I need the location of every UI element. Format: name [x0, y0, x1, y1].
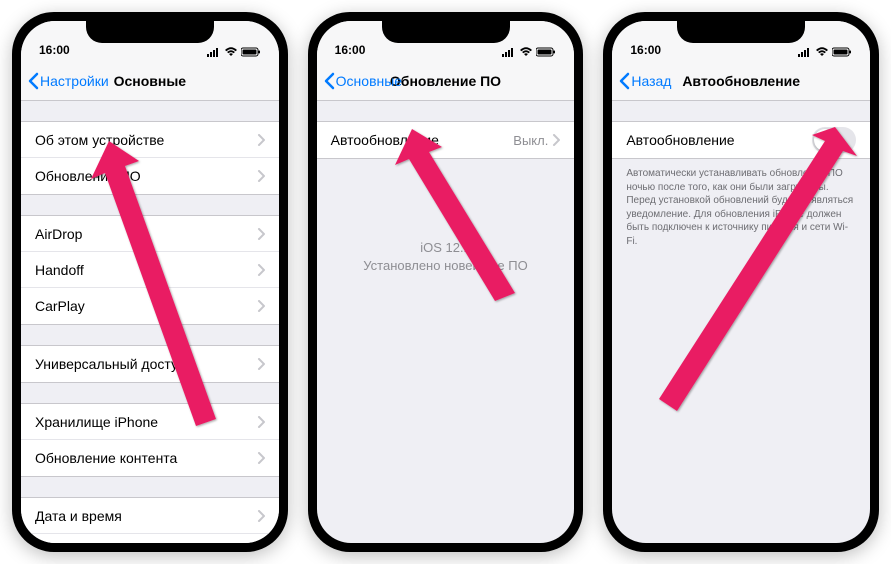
- row-software-update[interactable]: Обновление ПО: [21, 158, 279, 194]
- row-label: Об этом устройстве: [35, 132, 257, 148]
- chevron-right-icon: [257, 358, 265, 370]
- back-label: Основные: [336, 73, 402, 89]
- row-value: Выкл.: [513, 133, 548, 148]
- autoupdate-footer: Автоматически устанавливать обновления П…: [612, 159, 870, 248]
- status-indicators: [207, 47, 261, 57]
- row-autoupdate-toggle[interactable]: Автообновление: [612, 122, 870, 158]
- chevron-right-icon: [257, 170, 265, 182]
- row-label: AirDrop: [35, 226, 257, 242]
- signal-icon: [207, 47, 221, 57]
- row-accessibility[interactable]: Универсальный доступ: [21, 346, 279, 382]
- row-about-device[interactable]: Об этом устройстве: [21, 122, 279, 158]
- chevron-right-icon: [257, 134, 265, 146]
- row-background-refresh[interactable]: Обновление контента: [21, 440, 279, 476]
- signal-icon: [798, 47, 812, 57]
- content[interactable]: Автообновление Автоматически устанавлива…: [612, 101, 870, 543]
- row-storage[interactable]: Хранилище iPhone: [21, 404, 279, 440]
- chevron-right-icon: [552, 134, 560, 146]
- status-time: 16:00: [335, 43, 366, 57]
- back-label: Назад: [631, 73, 671, 89]
- phone-autoupdate: 16:00 Назад Автообновление Автообновлени…: [603, 12, 879, 552]
- group-about: Об этом устройстве Обновление ПО: [21, 121, 279, 195]
- status-indicators: [502, 47, 556, 57]
- group-datetime: Дата и время Клавиатура Язык и регион Сл…: [21, 497, 279, 543]
- chevron-right-icon: [257, 416, 265, 428]
- phone-update: 16:00 Основные Обновление ПО Автообновле…: [308, 12, 584, 552]
- row-label: Обновление контента: [35, 450, 257, 466]
- content[interactable]: Об этом устройстве Обновление ПО AirDrop…: [21, 101, 279, 543]
- notch: [86, 21, 214, 43]
- navbar: Назад Автообновление: [612, 61, 870, 101]
- row-handoff[interactable]: Handoff: [21, 252, 279, 288]
- page-title: Основные: [114, 73, 187, 89]
- wifi-icon: [815, 47, 829, 57]
- battery-icon: [832, 47, 852, 57]
- chevron-right-icon: [257, 228, 265, 240]
- signal-icon: [502, 47, 516, 57]
- row-label: CarPlay: [35, 298, 257, 314]
- page-title: Обновление ПО: [390, 73, 501, 89]
- row-airdrop[interactable]: AirDrop: [21, 216, 279, 252]
- row-label: Автообновление: [331, 132, 514, 148]
- row-label: Handoff: [35, 262, 257, 278]
- wifi-icon: [519, 47, 533, 57]
- content[interactable]: Автообновление Выкл. iOS 12.1 Установлен…: [317, 101, 575, 543]
- autoupdate-toggle[interactable]: [812, 127, 856, 153]
- group-storage: Хранилище iPhone Обновление контента: [21, 403, 279, 477]
- chevron-left-icon: [618, 72, 630, 90]
- phone-general: 16:00 Настройки Основные Об этом устройс…: [12, 12, 288, 552]
- group-connectivity: AirDrop Handoff CarPlay: [21, 215, 279, 325]
- update-message: Установлено новейшее ПО: [337, 257, 555, 275]
- ios-version: iOS 12.1: [337, 239, 555, 257]
- wifi-icon: [224, 47, 238, 57]
- back-label: Настройки: [40, 73, 109, 89]
- status-time: 16:00: [39, 43, 70, 57]
- group-autoupdate-toggle: Автообновление: [612, 121, 870, 159]
- navbar: Основные Обновление ПО: [317, 61, 575, 101]
- chevron-right-icon: [257, 264, 265, 276]
- row-label: Автообновление: [626, 132, 812, 148]
- notch: [382, 21, 510, 43]
- row-label: Дата и время: [35, 508, 257, 524]
- group-accessibility: Универсальный доступ: [21, 345, 279, 383]
- page-title: Автообновление: [682, 73, 800, 89]
- chevron-right-icon: [257, 510, 265, 522]
- chevron-left-icon: [323, 72, 335, 90]
- battery-icon: [536, 47, 556, 57]
- row-autoupdate[interactable]: Автообновление Выкл.: [317, 122, 575, 158]
- chevron-left-icon: [27, 72, 39, 90]
- phone-autoupdate-screen: 16:00 Назад Автообновление Автообновлени…: [612, 21, 870, 543]
- row-date-time[interactable]: Дата и время: [21, 498, 279, 534]
- chevron-right-icon: [257, 300, 265, 312]
- chevron-right-icon: [257, 452, 265, 464]
- back-button[interactable]: Настройки: [27, 72, 109, 90]
- status-indicators: [798, 47, 852, 57]
- phone-general-screen: 16:00 Настройки Основные Об этом устройс…: [21, 21, 279, 543]
- notch: [677, 21, 805, 43]
- back-button[interactable]: Назад: [618, 72, 671, 90]
- row-keyboard[interactable]: Клавиатура: [21, 534, 279, 543]
- row-label: Универсальный доступ: [35, 356, 257, 372]
- row-label: Обновление ПО: [35, 168, 257, 184]
- battery-icon: [241, 47, 261, 57]
- status-time: 16:00: [630, 43, 661, 57]
- row-carplay[interactable]: CarPlay: [21, 288, 279, 324]
- back-button[interactable]: Основные: [323, 72, 402, 90]
- update-status: iOS 12.1 Установлено новейшее ПО: [317, 159, 575, 275]
- row-label: Хранилище iPhone: [35, 414, 257, 430]
- group-autoupdate: Автообновление Выкл.: [317, 121, 575, 159]
- navbar: Настройки Основные: [21, 61, 279, 101]
- phone-update-screen: 16:00 Основные Обновление ПО Автообновле…: [317, 21, 575, 543]
